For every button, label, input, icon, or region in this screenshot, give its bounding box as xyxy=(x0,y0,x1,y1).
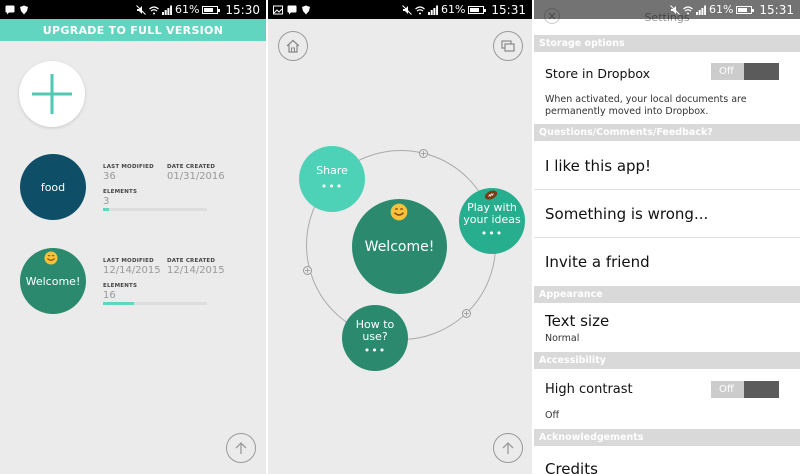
store-in-dropbox-toggle[interactable]: Off xyxy=(711,63,779,80)
last-modified-value: 12/14/2015 xyxy=(103,265,161,276)
battery-percentage: 61% xyxy=(440,3,466,16)
football-emoji-icon xyxy=(484,190,498,200)
shield-notification-icon xyxy=(302,5,310,14)
mute-icon xyxy=(402,4,412,15)
elements-label: ELEMENTS xyxy=(103,283,138,289)
high-contrast-toggle[interactable]: Off xyxy=(711,381,779,398)
store-in-dropbox-description: When activated, your local documents are… xyxy=(545,94,747,117)
wifi-icon xyxy=(415,5,425,14)
arrow-up-icon xyxy=(502,442,514,454)
date-created-label: DATE CREATED xyxy=(167,258,216,264)
date-created-label: DATE CREATED xyxy=(167,164,216,170)
elements-progress xyxy=(103,302,207,305)
store-in-dropbox-label[interactable]: Store in Dropbox xyxy=(545,66,650,81)
battery-percentage: 61% xyxy=(708,3,734,16)
elements-count: 16 xyxy=(103,290,116,301)
shield-notification-icon xyxy=(20,5,28,14)
text-size-item[interactable]: Text size xyxy=(545,312,609,330)
chat-notification-icon xyxy=(287,5,297,14)
clock: 15:31 xyxy=(491,2,526,17)
mute-icon xyxy=(136,4,146,15)
image-notification-icon xyxy=(273,5,283,14)
high-contrast-value: Off xyxy=(545,410,560,421)
status-bar: 61% 15:31 xyxy=(268,0,532,19)
mute-icon xyxy=(670,4,680,15)
node-label: Welcome! xyxy=(364,238,435,255)
add-node-plus-icon[interactable]: + xyxy=(462,309,471,318)
windows-icon xyxy=(501,40,515,52)
date-created-value: 12/14/2015 xyxy=(167,265,225,276)
upgrade-banner[interactable]: UPGRADE TO FULL VERSION xyxy=(0,19,266,41)
text-size-value: Normal xyxy=(545,333,580,344)
add-document-button[interactable] xyxy=(19,61,85,127)
signal-icon xyxy=(695,5,706,15)
toggle-knob: Off xyxy=(711,63,744,80)
wifi-icon xyxy=(683,5,693,14)
signal-icon xyxy=(427,5,438,15)
node-more-dots[interactable]: ••• xyxy=(481,228,503,240)
status-bar: 61% 15:31 xyxy=(534,0,800,19)
document-title: food xyxy=(40,180,66,194)
node-how-to-use[interactable]: How to use? ••• xyxy=(342,305,408,371)
smiley-emoji-icon xyxy=(44,251,58,265)
section-header-appearance: Appearance xyxy=(534,286,800,303)
section-header-accessibility: Accessibility xyxy=(534,352,800,369)
node-label: Play with your ideas xyxy=(463,201,521,226)
home-button[interactable] xyxy=(278,31,308,61)
smiley-emoji-icon xyxy=(390,203,408,221)
documents-screen: 61% 15:30 UPGRADE TO FULL VERSION food L… xyxy=(0,0,266,474)
section-header-acknowledgements: Acknowledgements xyxy=(534,429,800,446)
add-node-plus-icon[interactable]: + xyxy=(303,266,312,275)
credits-item[interactable]: Credits xyxy=(545,460,598,474)
battery-icon xyxy=(736,5,755,14)
scroll-up-button[interactable] xyxy=(226,433,256,463)
clock: 15:31 xyxy=(759,2,794,17)
document-title: Welcome! xyxy=(25,274,81,288)
overview-button[interactable] xyxy=(493,31,523,61)
elements-progress xyxy=(103,208,207,211)
chat-notification-icon xyxy=(5,5,15,14)
document-food[interactable]: food xyxy=(20,154,86,220)
battery-icon xyxy=(202,5,221,14)
section-header-feedback: Questions/Comments/Feedback? xyxy=(534,124,800,141)
node-more-dots[interactable]: ••• xyxy=(364,345,386,357)
battery-percentage: 61% xyxy=(174,3,200,16)
add-node-plus-icon[interactable]: + xyxy=(419,149,428,158)
scroll-up-button[interactable] xyxy=(493,433,523,463)
something-wrong-item[interactable]: Something is wrong... xyxy=(545,205,708,223)
home-icon xyxy=(286,39,300,53)
last-modified-value: 36 xyxy=(103,171,116,182)
node-share[interactable]: Share ••• xyxy=(299,146,365,212)
last-modified-label: LAST MODIFIED xyxy=(103,258,154,264)
clock: 15:30 xyxy=(225,2,260,17)
status-bar: 61% 15:30 xyxy=(0,0,266,19)
battery-icon xyxy=(468,5,487,14)
node-more-dots[interactable]: ••• xyxy=(321,181,343,193)
high-contrast-label[interactable]: High contrast xyxy=(545,382,633,397)
settings-screen: Settings 61% 15:31 Storage options Store… xyxy=(534,0,800,474)
elements-count: 3 xyxy=(103,196,110,207)
arrow-up-icon xyxy=(235,442,247,454)
toggle-knob: Off xyxy=(711,381,744,398)
date-created-value: 01/31/2016 xyxy=(167,171,225,182)
plus-icon xyxy=(32,74,72,114)
node-label: How to use? xyxy=(355,318,395,343)
wifi-icon xyxy=(149,5,159,14)
elements-label: ELEMENTS xyxy=(103,189,138,195)
node-label: Share xyxy=(316,164,348,177)
signal-icon xyxy=(161,5,172,15)
invite-friend-item[interactable]: Invite a friend xyxy=(545,253,650,271)
section-header-storage: Storage options xyxy=(534,35,800,52)
like-app-item[interactable]: I like this app! xyxy=(545,157,651,175)
last-modified-label: LAST MODIFIED xyxy=(103,164,154,170)
